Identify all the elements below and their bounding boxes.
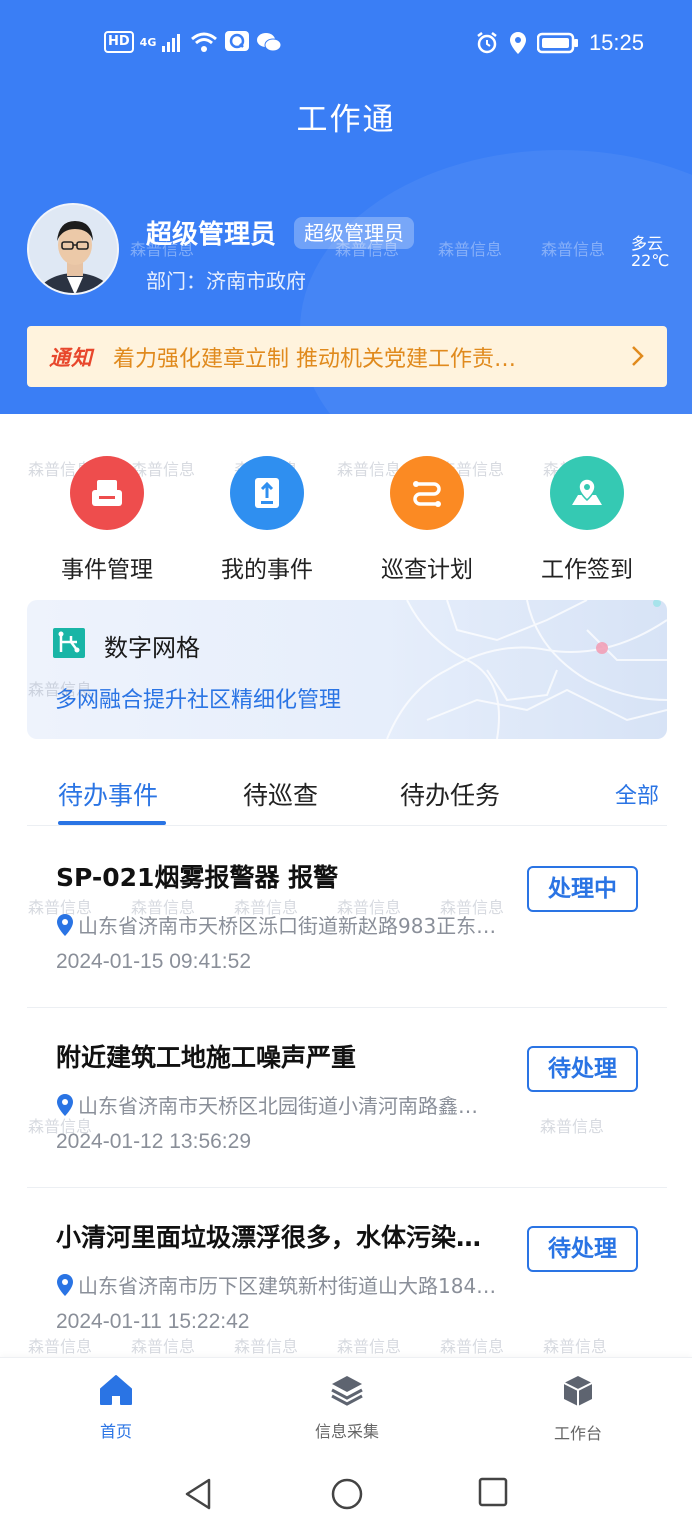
header: HD 4G 15:25 工作通 超级管理员 超级管理员 部门：济南市政府 多云 … [0,0,692,414]
event-address: 山东省济南市天桥区北园街道小清河南路鑫… [56,1090,526,1119]
status-badge[interactable]: 待处理 [527,1046,638,1092]
nav-label: 工作台 [553,1424,602,1443]
grid-network-icon [53,628,85,658]
chevron-right-icon [632,346,644,366]
event-address-text: 山东省济南市天桥区北园街道小清河南路鑫… [78,1094,478,1118]
status-time: 15:25 [588,30,644,55]
home-circle-icon[interactable] [330,1477,364,1511]
nav-label: 信息采集 [314,1422,379,1441]
grid-card-subtitle: 多网融合提升社区精细化管理 [55,688,342,713]
alarm-icon [477,32,497,54]
wechat-icon [257,33,282,52]
back-triangle-icon[interactable] [183,1477,213,1511]
nav-workbench[interactable]: 工作台 [518,1374,638,1444]
shortcut-label: 工作签到 [541,557,633,583]
grid-card-title: 数字网格 [104,634,200,662]
event-item[interactable]: SP-021烟雾报警器 报警 山东省济南市天桥区泺口街道新赵路983正东… 20… [27,828,667,1008]
hd-icon: HD [104,31,134,53]
chat-app-icon [225,31,250,51]
notice-bar[interactable]: 通知 着力强化建章立制 推动机关党建工作责… [27,326,667,387]
digital-grid-card[interactable]: 数字网格 多网融合提升社区精细化管理 [27,600,667,739]
status-bar: HD 4G 15:25 [0,0,692,90]
shortcut-patrol-plan[interactable]: 巡查计划 [347,456,507,584]
shortcut-event-manage[interactable]: 事件管理 [27,456,187,584]
shortcut-label: 事件管理 [61,557,153,583]
network-type: 4G [139,35,157,49]
department: 部门：济南市政府 [146,269,306,293]
nav-label: 首页 [99,1422,132,1441]
recents-square-icon[interactable] [478,1477,508,1507]
notice-tag: 通知 [49,345,93,370]
status-badge[interactable]: 待处理 [527,1226,638,1272]
event-manage-icon [70,456,144,530]
event-title: 附近建筑工地施工噪声严重 [56,1043,357,1072]
bottom-nav: 首页 信息采集 工作台 [0,1357,692,1455]
event-address-text: 山东省济南市天桥区泺口街道新赵路983正东… [78,914,497,938]
tab-active-indicator [58,821,166,825]
tab-pending-events[interactable]: 待办事件 [58,776,158,812]
user-name: 超级管理员 [146,220,277,250]
shortcut-my-event[interactable]: 我的事件 [187,456,347,584]
nav-home[interactable]: 首页 [56,1374,176,1442]
location-icon [509,32,526,54]
event-item[interactable]: 小清河里面垃圾漂浮很多，水体污染… 山东省济南市历下区建筑新村街道山大路184…… [27,1188,667,1368]
task-tabs: 待办事件 待巡查 待办任务 全部 [27,770,667,826]
location-pin-icon [57,1273,73,1296]
status-left: HD 4G [104,30,282,54]
event-address: 山东省济南市历下区建筑新村街道山大路184… [56,1270,526,1299]
shortcut-label: 我的事件 [221,557,313,583]
home-icon [100,1375,132,1405]
shortcut-checkin[interactable]: 工作签到 [507,456,667,584]
battery-icon [536,32,578,54]
event-address-text: 山东省济南市历下区建筑新村街道山大路184… [78,1274,497,1298]
status-right: 15:25 [475,30,644,56]
system-nav-bar [0,1455,692,1535]
patrol-plan-icon [390,456,464,530]
event-item[interactable]: 附近建筑工地施工噪声严重 山东省济南市天桥区北园街道小清河南路鑫… 2024-0… [27,1008,667,1188]
location-pin-icon [57,913,73,936]
map-background [386,600,667,739]
nav-info-collect[interactable]: 信息采集 [287,1374,407,1442]
tab-pending-patrol[interactable]: 待巡查 [243,776,318,812]
weather-temperature: 22℃ [631,251,670,270]
app-title: 工作通 [296,102,396,138]
avatar-image [29,205,117,293]
status-badge[interactable]: 处理中 [527,866,638,912]
layers-icon [331,1376,363,1406]
event-title: SP-021烟雾报警器 报警 [56,863,339,892]
event-address: 山东省济南市天桥区泺口街道新赵路983正东… [56,910,526,939]
tab-pending-tasks[interactable]: 待办任务 [400,776,500,812]
event-time: 2024-01-15 09:41:52 [56,950,251,973]
event-title: 小清河里面垃圾漂浮很多，水体污染… [56,1223,482,1252]
shortcut-grid: 事件管理 我的事件 巡查计划 工作签到 [0,456,692,586]
checkin-map-icon [550,456,624,530]
event-time: 2024-01-12 13:56:29 [56,1130,251,1153]
location-pin-icon [57,1093,73,1116]
cube-icon [563,1376,593,1406]
role-badge: 超级管理员 [294,217,414,249]
view-all-link[interactable]: 全部 [615,778,659,810]
avatar[interactable] [27,203,119,295]
wifi-icon [191,32,218,52]
notice-text: 着力强化建章立制 推动机关党建工作责… [113,346,516,372]
shortcut-label: 巡查计划 [381,557,473,583]
my-event-icon [230,456,304,530]
signal-icon [162,34,181,52]
event-time: 2024-01-11 15:22:42 [56,1310,250,1333]
